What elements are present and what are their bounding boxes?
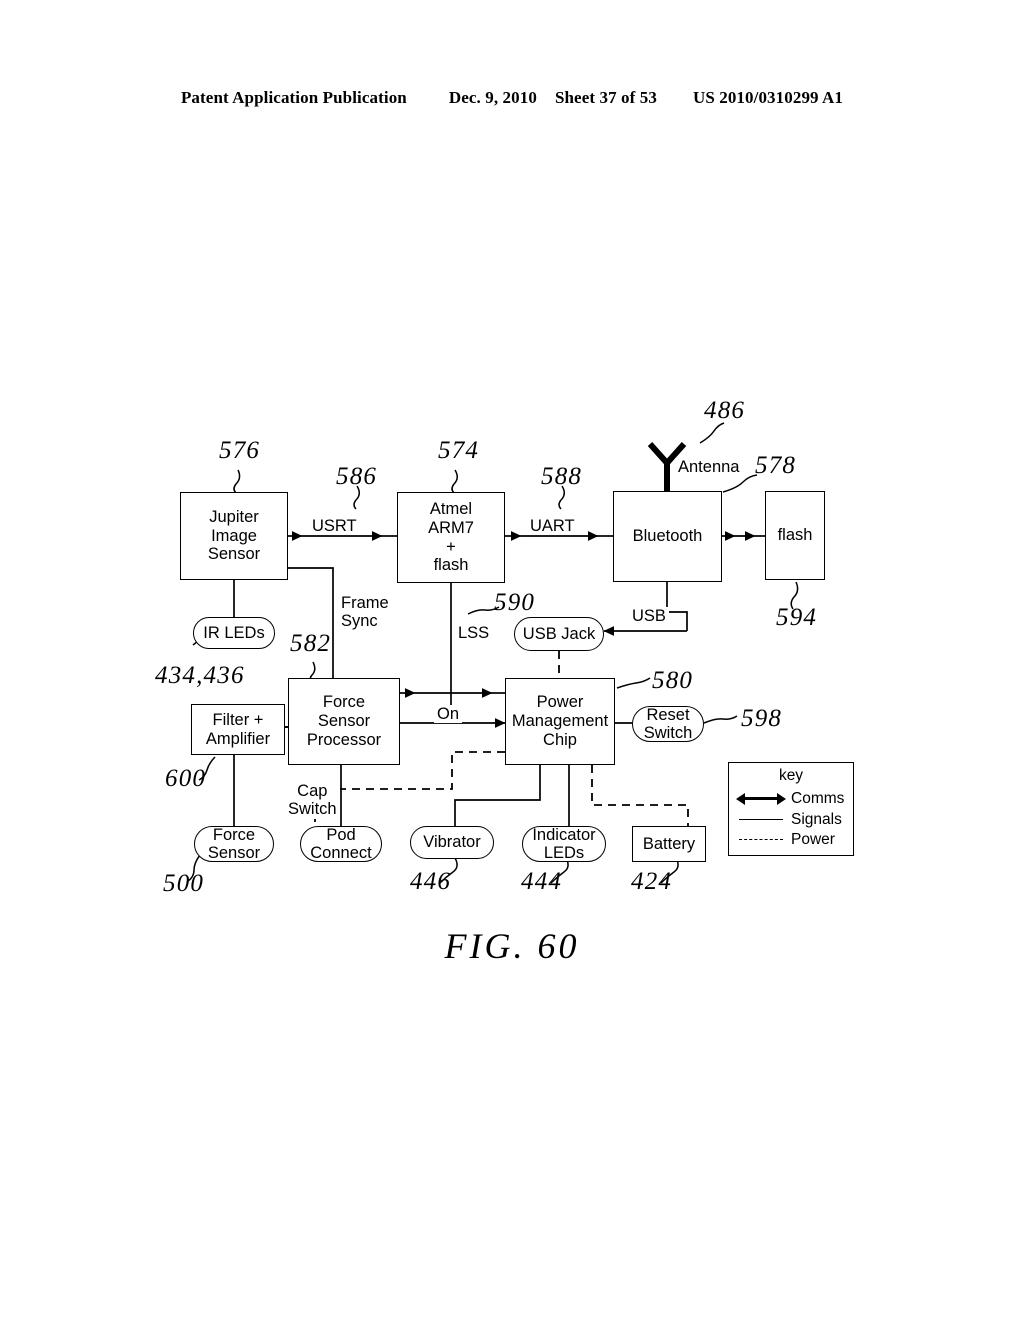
comms-arrow-icon	[736, 792, 786, 806]
ref-574: 574	[438, 437, 480, 464]
block-power-management-chip[interactable]: Power Management Chip	[505, 678, 615, 765]
label-uart: UART	[527, 517, 578, 536]
pill-force-sensor[interactable]: Force Sensor	[194, 826, 274, 862]
pill-label: Pod Connect	[310, 825, 372, 862]
ref-576: 576	[219, 437, 261, 464]
pill-label: Force Sensor	[207, 825, 261, 862]
ref-594: 594	[776, 604, 818, 631]
ref-500: 500	[163, 870, 205, 897]
block-label: Bluetooth	[632, 527, 703, 546]
ref-588: 588	[541, 463, 583, 490]
label-usb: USB	[629, 607, 669, 626]
ref-598: 598	[741, 705, 783, 732]
block-jupiter-image-sensor[interactable]: Jupiter Image Sensor	[180, 492, 288, 580]
block-label: Force Sensor Processor	[306, 693, 382, 749]
key-item-signals: Signals	[737, 810, 849, 829]
pill-label: USB Jack	[522, 624, 596, 643]
figure-caption: FIG. 60	[444, 926, 580, 966]
ref-590: 590	[494, 589, 536, 616]
key-item-comms: Comms	[736, 789, 849, 808]
ref-434-436: 434,436	[155, 662, 245, 689]
pill-pod-connect[interactable]: Pod Connect	[300, 826, 382, 862]
block-filter-amplifier[interactable]: Filter + Amplifier	[191, 704, 285, 755]
ref-424: 424	[631, 868, 673, 895]
ref-582: 582	[290, 630, 332, 657]
solid-line-icon	[737, 813, 785, 827]
label-cap-switch: Cap Switch	[285, 782, 340, 819]
ref-578: 578	[755, 452, 797, 479]
label-on: On	[434, 705, 463, 724]
label-usrt: USRT	[309, 517, 360, 536]
dashed-line-icon	[737, 833, 785, 847]
key-legend: key Comms Signals Power	[728, 762, 854, 856]
connector-wires	[187, 422, 799, 884]
ref-600: 600	[165, 765, 207, 792]
pill-usb-jack[interactable]: USB Jack	[514, 617, 604, 651]
key-item-label: Power	[791, 830, 835, 848]
pill-indicator-leds[interactable]: Indicator LEDs	[522, 826, 606, 862]
block-label: Battery	[642, 834, 696, 853]
block-battery[interactable]: Battery	[632, 826, 706, 862]
ref-446: 446	[410, 868, 452, 895]
key-item-label: Signals	[791, 810, 842, 828]
block-label: Power Management Chip	[511, 693, 609, 749]
block-bluetooth[interactable]: Bluetooth	[613, 491, 722, 582]
block-flash[interactable]: flash	[765, 491, 825, 580]
pill-label: Indicator LEDs	[532, 825, 596, 862]
block-label: Filter + Amplifier	[205, 710, 271, 748]
figure-60-diagram: Jupiter Image Sensor Atmel ARM7 + flash …	[0, 0, 1024, 1320]
block-label: Jupiter Image Sensor	[207, 507, 261, 564]
ref-580: 580	[652, 667, 694, 694]
block-force-sensor-processor[interactable]: Force Sensor Processor	[288, 678, 400, 765]
key-item-power: Power	[737, 830, 849, 849]
pill-label: Vibrator	[423, 833, 481, 852]
ref-444: 444	[521, 868, 563, 895]
pill-vibrator[interactable]: Vibrator	[410, 826, 494, 859]
label-frame-sync: Frame Sync	[338, 594, 392, 631]
pill-label: IR LEDs	[203, 623, 265, 642]
block-label: flash	[777, 526, 813, 545]
key-title: key	[778, 767, 804, 784]
ref-586: 586	[336, 463, 378, 490]
label-antenna: Antenna	[675, 458, 743, 477]
block-label: Atmel ARM7 + flash	[428, 499, 474, 575]
ref-486: 486	[704, 397, 746, 424]
pill-ir-leds[interactable]: IR LEDs	[193, 617, 275, 649]
key-item-label: Comms	[791, 789, 845, 807]
pill-reset-switch[interactable]: Reset Switch	[632, 706, 704, 742]
label-lss: LSS	[455, 624, 493, 643]
pill-label: Reset Switch	[643, 705, 693, 742]
block-atmel-arm7[interactable]: Atmel ARM7 + flash	[397, 492, 505, 583]
